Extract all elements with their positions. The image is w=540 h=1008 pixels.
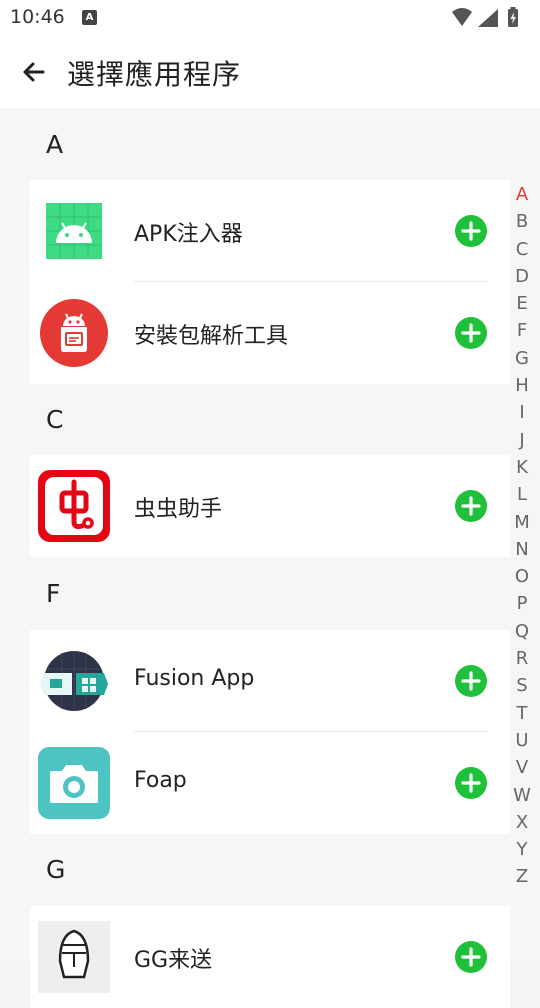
section-card-a: APK注入器 安裝包解析工具: [30, 180, 510, 384]
index-letter-h[interactable]: H: [510, 372, 534, 399]
back-button[interactable]: [14, 52, 54, 92]
plus-circle-icon: [455, 665, 487, 697]
index-letter-i[interactable]: I: [510, 399, 534, 426]
camera-icon: [38, 747, 110, 819]
index-letter-k[interactable]: K: [510, 454, 534, 481]
section-card-f: Fusion App Foap: [30, 630, 510, 834]
chongchong-logo-icon: [38, 470, 110, 542]
index-letter-x[interactable]: X: [510, 809, 534, 836]
app-name: Foap: [134, 768, 187, 793]
index-letter-e[interactable]: E: [510, 290, 534, 317]
arrow-left-icon: [23, 62, 45, 82]
add-button[interactable]: [454, 489, 488, 523]
index-letter-q[interactable]: Q: [510, 618, 534, 645]
android-grid-icon: [38, 195, 110, 267]
section-card-c: 虫虫助手: [30, 455, 510, 557]
section-header-g: G: [46, 855, 66, 884]
index-letter-c[interactable]: C: [510, 236, 534, 263]
index-letter-z[interactable]: Z: [510, 863, 534, 890]
section-card-g: GG来送: [30, 906, 510, 1008]
app-header: 選擇應用程序: [0, 36, 540, 108]
list-item[interactable]: Fusion App: [30, 630, 510, 732]
index-letter-y[interactable]: Y: [510, 836, 534, 863]
section-header-f: F: [46, 579, 61, 608]
helmet-icon: [38, 921, 110, 993]
status-time: 10:46: [10, 6, 65, 28]
plus-circle-icon: [455, 215, 487, 247]
wifi-icon: [452, 8, 472, 26]
fusion-app-icon: [38, 645, 110, 717]
index-letter-s[interactable]: S: [510, 672, 534, 699]
app-name: 虫虫助手: [134, 497, 223, 522]
index-letter-b[interactable]: B: [510, 208, 534, 235]
index-letter-j[interactable]: J: [510, 427, 534, 454]
app-list[interactable]: A APK注入器 安裝包解析工具 C 虫虫助手 F Fusion App Foa…: [0, 108, 540, 1008]
index-letter-l[interactable]: L: [510, 481, 534, 508]
index-letter-f[interactable]: F: [510, 317, 534, 344]
system-status-icons: [452, 7, 518, 27]
list-item[interactable]: GG来送: [30, 906, 510, 1008]
index-letter-a[interactable]: A: [510, 181, 534, 208]
index-letter-r[interactable]: R: [510, 645, 534, 672]
index-letter-d[interactable]: D: [510, 263, 534, 290]
add-button[interactable]: [454, 214, 488, 248]
page-title: 選擇應用程序: [67, 58, 242, 91]
notification-icon: A: [82, 10, 97, 25]
section-header-c: C: [46, 405, 64, 434]
app-name: GG来送: [134, 948, 213, 973]
add-button[interactable]: [454, 940, 488, 974]
alphabet-index-bar[interactable]: ABCDEFGHIJKLMNOPQRSTUVWXYZ: [510, 181, 534, 891]
list-item[interactable]: 虫虫助手: [30, 455, 510, 557]
index-letter-n[interactable]: N: [510, 536, 534, 563]
app-name: APK注入器: [134, 222, 243, 247]
index-letter-w[interactable]: W: [510, 782, 534, 809]
plus-circle-icon: [455, 767, 487, 799]
index-letter-o[interactable]: O: [510, 563, 534, 590]
index-letter-t[interactable]: T: [510, 700, 534, 727]
battery-icon: [508, 7, 518, 27]
plus-circle-icon: [455, 317, 487, 349]
android-package-icon: [38, 297, 110, 369]
index-letter-m[interactable]: M: [510, 509, 534, 536]
status-bar: 10:46 A: [0, 0, 540, 36]
index-letter-p[interactable]: P: [510, 590, 534, 617]
section-header-a: A: [46, 130, 64, 159]
list-item[interactable]: 安裝包解析工具: [30, 282, 510, 384]
signal-icon: [478, 9, 498, 27]
add-button[interactable]: [454, 316, 488, 350]
list-item[interactable]: Foap: [30, 732, 510, 834]
index-letter-g[interactable]: G: [510, 345, 534, 372]
app-name: 安裝包解析工具: [134, 324, 289, 349]
plus-circle-icon: [455, 941, 487, 973]
index-letter-u[interactable]: U: [510, 727, 534, 754]
index-letter-v[interactable]: V: [510, 754, 534, 781]
plus-circle-icon: [455, 490, 487, 522]
list-item[interactable]: APK注入器: [30, 180, 510, 282]
add-button[interactable]: [454, 664, 488, 698]
add-button[interactable]: [454, 766, 488, 800]
app-name: Fusion App: [134, 666, 255, 691]
